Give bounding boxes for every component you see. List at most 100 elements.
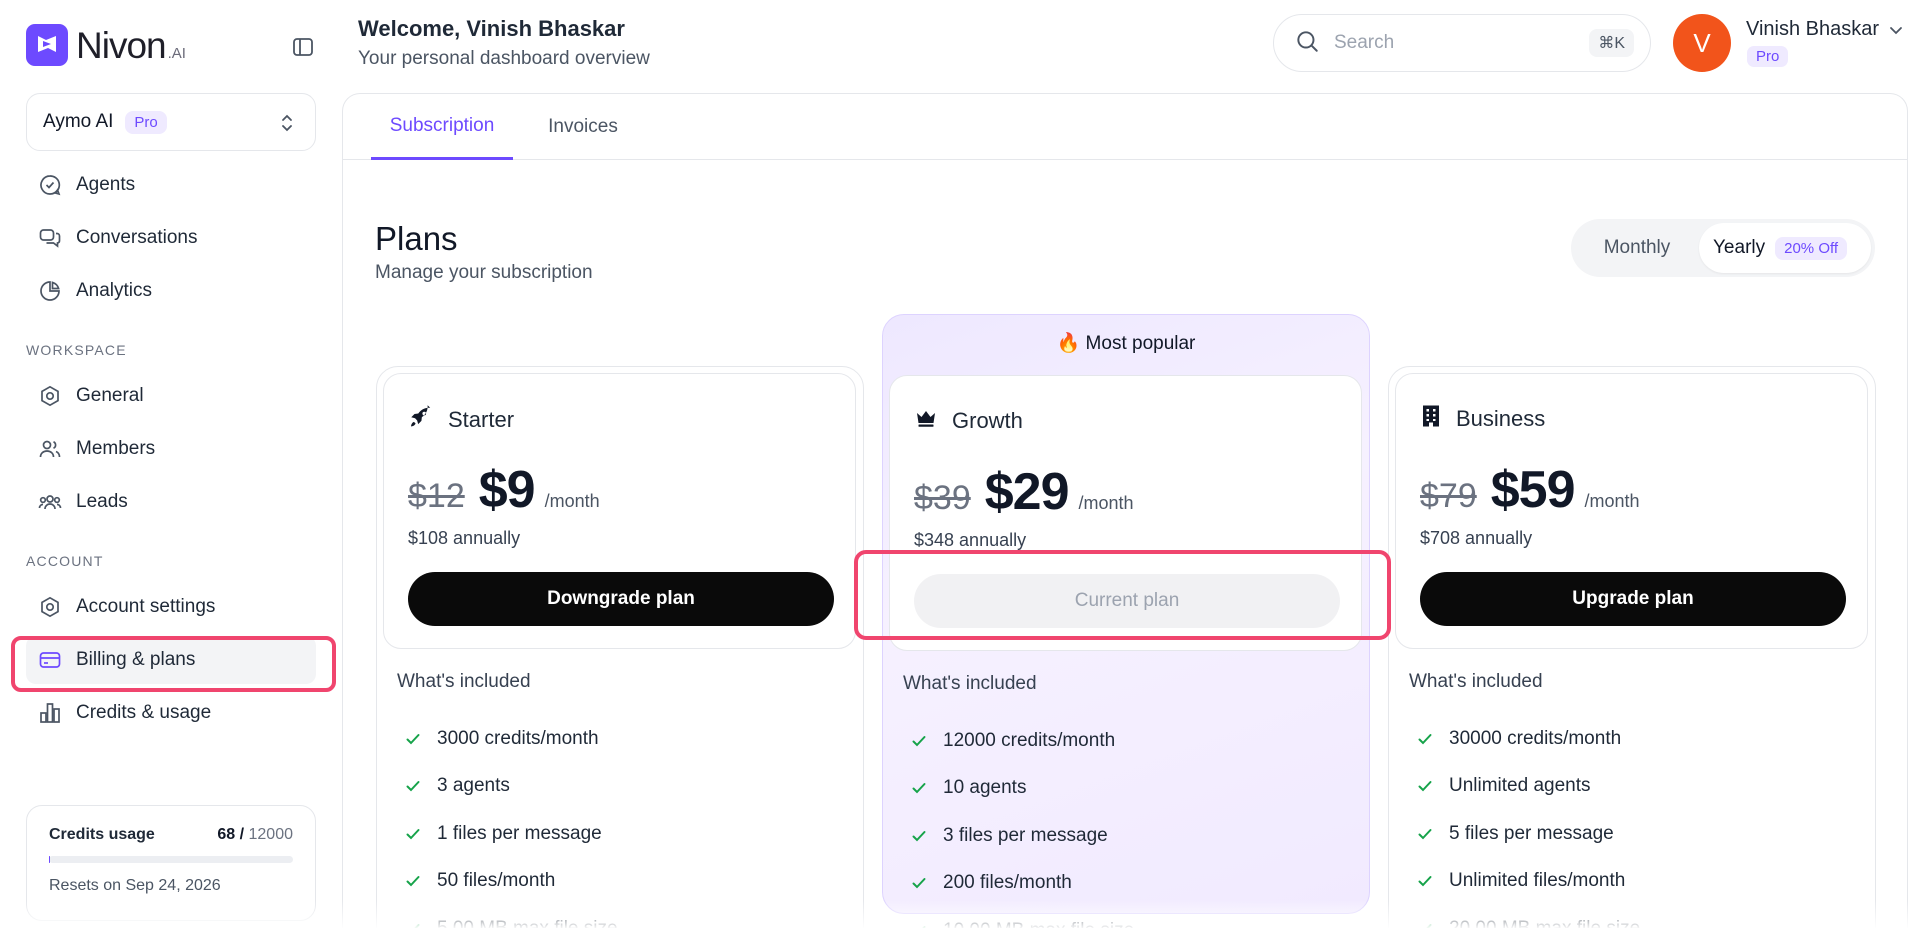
check-icon (909, 731, 929, 751)
feature-text: 3000 credits/month (437, 727, 599, 749)
plans-subtitle: Manage your subscription (375, 262, 593, 283)
plan-name: Business (1456, 405, 1546, 431)
price: $29 (984, 463, 1070, 521)
check-icon (403, 776, 423, 796)
search-input[interactable]: Search ⌘K (1273, 14, 1651, 72)
check-icon (403, 824, 423, 844)
section-heading-account: ACCOUNT (26, 553, 104, 569)
feature-text: 12000 credits/month (943, 729, 1116, 751)
plan-card-business: Business $79 $59 /month $708 annually Up… (1388, 366, 1876, 928)
old-price: $12 (408, 477, 465, 515)
brand-logo[interactable]: Nivon .AI (26, 24, 186, 66)
credits-usage-title: Credits usage (49, 826, 155, 843)
list-item: 3000 credits/month (403, 715, 618, 763)
sidebar-item-label: Credits & usage (76, 702, 212, 723)
feature-text: 10 agents (943, 777, 1027, 799)
toggle-monthly[interactable]: Monthly (1575, 223, 1699, 273)
building-icon (1420, 404, 1442, 433)
price: $59 (1490, 461, 1576, 519)
plan-name: Growth (952, 407, 1023, 433)
list-item: Unlimited files/month (1415, 858, 1640, 906)
agents-icon (36, 171, 64, 199)
list-item: 5.00 MB max file size (403, 905, 618, 928)
highlight-current-plan-annotation (854, 550, 1391, 640)
sidebar-item-agents[interactable]: Agents (26, 161, 316, 209)
sidebar-item-analytics[interactable]: Analytics (26, 267, 316, 315)
chevron-down-icon[interactable] (1886, 20, 1906, 45)
plan-summary: Business $79 $59 /month $708 annually Up… (1395, 373, 1868, 649)
search-placeholder: Search (1334, 32, 1395, 53)
plan-card-starter: Starter $12 $9 /month $108 annually Down… (376, 366, 864, 928)
settings-icon (36, 593, 64, 621)
toggle-yearly[interactable]: Yearly 20% Off (1699, 223, 1871, 273)
logo-mark-icon (26, 24, 68, 66)
feature-text: Unlimited files/month (1449, 870, 1626, 892)
old-price: $79 (1420, 477, 1477, 515)
feature-text: 1 files per message (437, 822, 602, 844)
main-panel: Subscription Invoices Plans Manage your … (342, 93, 1908, 928)
credits-usage-card: Credits usage 68 / 12000 Resets on Sep 2… (26, 805, 316, 921)
included-heading: What's included (1409, 671, 1543, 692)
list-item: 3 files per message (909, 812, 1134, 860)
sidebar-toggle-icon[interactable] (288, 32, 318, 62)
most-popular-label: 🔥 Most popular (1056, 333, 1196, 354)
old-price: $39 (914, 479, 971, 517)
list-item: 12000 credits/month (909, 717, 1134, 765)
list-item: 3 agents (403, 763, 618, 811)
price-row: $12 $9 /month (408, 460, 600, 520)
sidebar-item-label: Members (76, 438, 156, 459)
check-icon (1415, 729, 1435, 749)
feature-text: 3 files per message (943, 824, 1108, 846)
price-row: $39 $29 /month (914, 462, 1134, 522)
feature-text: 5 files per message (1449, 822, 1614, 844)
brand-suffix: .AI (167, 45, 186, 62)
sidebar-item-conversations[interactable]: Conversations (26, 214, 316, 262)
credits-usage-value: 68 / 12000 (217, 826, 293, 843)
list-item: Unlimited agents (1415, 763, 1640, 811)
avatar[interactable]: V (1673, 14, 1731, 72)
conversations-icon (36, 224, 64, 252)
sidebar-item-account-settings[interactable]: Account settings (26, 583, 316, 631)
check-icon (909, 778, 929, 798)
feature-text: 5.00 MB max file size (437, 918, 618, 928)
feature-text: 20.00 MB max file size (1449, 918, 1640, 928)
credits-progress-bar (49, 856, 293, 863)
list-item: 5 files per message (1415, 810, 1640, 858)
feature-text: 50 files/month (437, 870, 556, 892)
feature-text: 10.00 MB max file size (943, 920, 1134, 928)
check-icon (909, 826, 929, 846)
sidebar-item-label: Conversations (76, 227, 198, 248)
sidebar-item-credits-usage[interactable]: Credits & usage (26, 689, 316, 737)
check-icon (403, 729, 423, 749)
feature-text: 200 files/month (943, 872, 1072, 894)
annual-price: $348 annually (914, 530, 1027, 550)
sidebar-item-general[interactable]: General (26, 372, 316, 420)
discount-badge: 20% Off (1775, 236, 1848, 260)
leads-icon (36, 488, 64, 516)
feature-list: 12000 credits/month 10 agents 3 files pe… (909, 717, 1134, 928)
downgrade-plan-button[interactable]: Downgrade plan (408, 572, 834, 626)
billing-period-toggle: Monthly Yearly 20% Off (1571, 219, 1875, 277)
sidebar-item-leads[interactable]: Leads (26, 478, 316, 526)
feature-text: Unlimited agents (1449, 775, 1591, 797)
plan-summary: Starter $12 $9 /month $108 annually Down… (383, 373, 856, 649)
check-icon (909, 921, 929, 928)
credits-reset-date: Resets on Sep 24, 2026 (49, 877, 221, 894)
tab-bar: Subscription Invoices (343, 94, 1907, 160)
search-icon (1294, 28, 1320, 59)
tab-invoices[interactable]: Invoices (528, 94, 638, 160)
list-item: 30000 credits/month (1415, 715, 1640, 763)
sidebar-item-members[interactable]: Members (26, 425, 316, 473)
check-icon (1415, 919, 1435, 928)
annual-price: $108 annually (408, 528, 521, 548)
bar-chart-icon (36, 699, 64, 727)
check-icon (1415, 776, 1435, 796)
tab-subscription[interactable]: Subscription (371, 94, 513, 160)
list-item: 10.00 MB max file size (909, 907, 1134, 928)
section-heading-workspace: WORKSPACE (26, 342, 127, 358)
chevron-up-down-icon (277, 112, 297, 139)
workspace-selector[interactable]: Aymo AI Pro (26, 93, 316, 151)
feature-text: 30000 credits/month (1449, 727, 1622, 749)
user-name[interactable]: Vinish Bhaskar (1746, 18, 1879, 41)
upgrade-plan-button[interactable]: Upgrade plan (1420, 572, 1846, 626)
